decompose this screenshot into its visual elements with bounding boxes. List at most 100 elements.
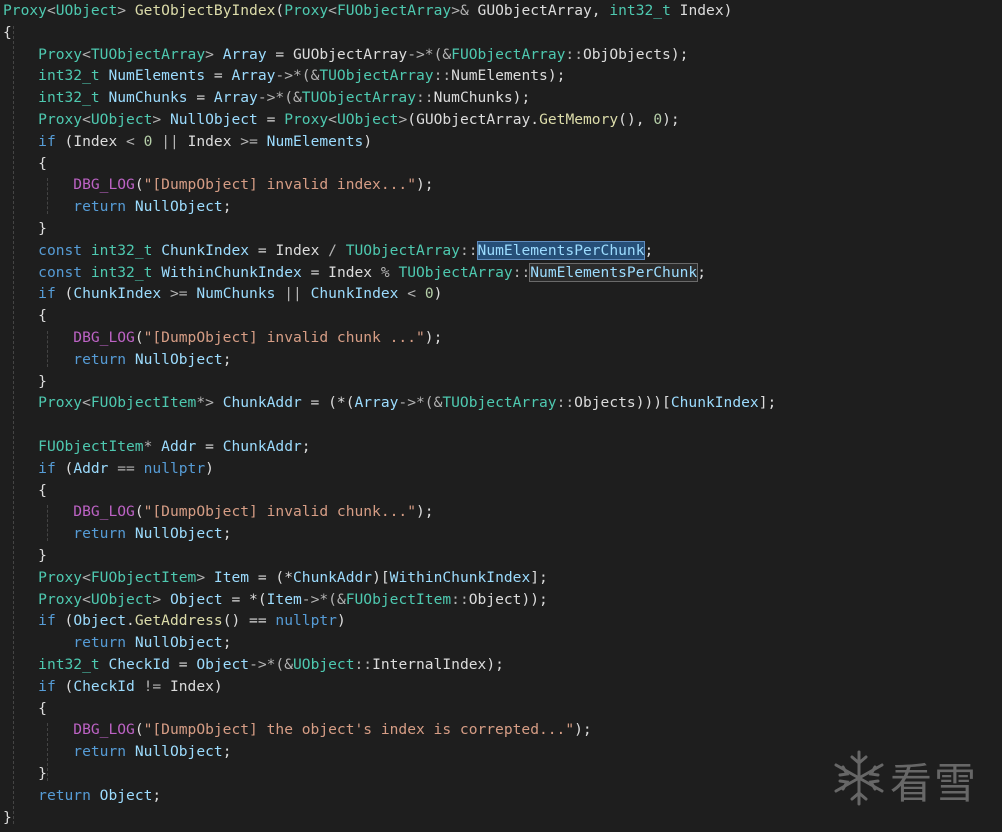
watermark: 看雪 xyxy=(832,746,992,808)
code-line[interactable]: } xyxy=(3,218,47,240)
code-token: ); xyxy=(415,503,434,521)
code-token: Index xyxy=(679,2,724,19)
code-line[interactable]: const int32_t WithinChunkIndex = Index %… xyxy=(3,262,706,284)
code-line[interactable]: Proxy<FUObjectItem*> ChunkAddr = (*(Arra… xyxy=(3,392,776,414)
code-token: Proxy xyxy=(38,45,83,63)
code-line[interactable]: { xyxy=(3,153,47,175)
code-line[interactable]: int32_t NumElements = Array->*(&TUObject… xyxy=(3,65,565,87)
code-token: } xyxy=(38,372,47,390)
code-token: GUObjectArray xyxy=(416,111,531,128)
code-token: { xyxy=(38,699,47,717)
code-token: ) xyxy=(213,677,223,695)
code-line[interactable]: const int32_t ChunkIndex = Index / TUObj… xyxy=(3,240,653,262)
code-token: ChunkIndex xyxy=(670,394,759,412)
code-token: nullptr xyxy=(275,612,337,630)
code-token: TUObjectArray xyxy=(301,89,417,107)
code-line[interactable]: Proxy<UObject> Object = *(Item->*(&FUObj… xyxy=(3,589,548,611)
code-token: ->*(& xyxy=(257,89,302,107)
code-line[interactable]: Proxy<UObject> GetObjectByIndex(Proxy<FU… xyxy=(3,0,732,22)
code-token: NullObject xyxy=(134,525,223,543)
code-line[interactable]: { xyxy=(3,22,12,44)
code-line[interactable]: } xyxy=(3,763,47,785)
code-token: UObject xyxy=(336,111,399,128)
code-token: NumChunks xyxy=(433,89,513,107)
indent-guide xyxy=(47,331,48,367)
code-token: NullObject xyxy=(134,350,223,368)
code-token: )[ xyxy=(372,568,390,586)
code-line[interactable]: Proxy<UObject> NullObject = Proxy<UObjec… xyxy=(3,109,680,131)
code-token: ; xyxy=(222,350,232,368)
code-token: ChunkAddr xyxy=(222,394,302,412)
code-line[interactable]: return NullObject; xyxy=(3,196,231,218)
code-line[interactable]: { xyxy=(3,305,47,327)
code-line[interactable]: return NullObject; xyxy=(3,632,231,654)
code-token: } xyxy=(3,808,12,826)
code-token: 0 xyxy=(653,111,663,128)
code-line[interactable]: Proxy<FUObjectItem> Item = (*ChunkAddr)[… xyxy=(3,567,548,589)
code-line[interactable]: return Object; xyxy=(3,785,161,807)
code-token: if xyxy=(38,132,56,150)
code-line[interactable]: } xyxy=(3,371,47,393)
code-token: ) xyxy=(433,285,443,303)
code-token: Index xyxy=(169,677,214,695)
code-token: Array xyxy=(213,89,258,107)
code-line[interactable]: FUObjectItem* Addr = ChunkAddr; xyxy=(3,436,310,458)
code-token: Index xyxy=(73,132,118,150)
code-line[interactable]: if (ChunkIndex >= NumChunks || ChunkInde… xyxy=(3,283,442,305)
code-line[interactable]: Proxy<TUObjectArray> Array = GUObjectArr… xyxy=(3,44,688,66)
code-line[interactable]: return NullObject; xyxy=(3,523,231,545)
code-token: WithinChunkIndex xyxy=(161,263,302,281)
code-token: TUObjectArray xyxy=(90,45,206,63)
code-line[interactable]: DBG_LOG("[DumpObject] invalid chunk ..."… xyxy=(3,327,442,349)
code-token: const xyxy=(38,263,83,281)
code-line[interactable]: DBG_LOG("[DumpObject] invalid chunk...")… xyxy=(3,501,434,523)
code-token: ); xyxy=(486,656,504,673)
code-line[interactable]: DBG_LOG("[DumpObject] invalid index...")… xyxy=(3,174,433,196)
code-token: DBG_LOG xyxy=(73,329,135,346)
code-token: Objects xyxy=(574,394,636,412)
code-token: > xyxy=(196,568,214,586)
code-line[interactable]: DBG_LOG("[DumpObject] the object's index… xyxy=(3,719,591,741)
code-line[interactable]: if (CheckId != Index) xyxy=(3,676,223,698)
code-token: ; xyxy=(697,263,706,281)
code-token: CheckId xyxy=(73,677,135,695)
code-line[interactable]: return NullObject; xyxy=(3,349,231,371)
code-token: TUObjectArray xyxy=(319,67,434,85)
code-token: == xyxy=(108,459,144,477)
code-line[interactable]: { xyxy=(3,480,47,502)
code-line[interactable]: if (Index < 0 || Index >= NumElements) xyxy=(3,131,372,153)
code-line[interactable]: } xyxy=(3,545,47,567)
code-token: return xyxy=(73,350,127,368)
code-line[interactable]: if (Object.GetAddress() == nullptr) xyxy=(3,610,346,632)
code-token: int32_t xyxy=(38,656,100,673)
code-line[interactable]: return NullObject; xyxy=(3,741,231,763)
code-token: return xyxy=(73,525,127,543)
indent-guide xyxy=(13,25,14,825)
code-line[interactable]: int32_t CheckId = Object->*(&UObject::In… xyxy=(3,654,504,676)
code-line[interactable]: { xyxy=(3,698,47,720)
code-token: Object xyxy=(468,590,522,608)
code-line[interactable]: } xyxy=(3,807,12,829)
code-line[interactable]: int32_t NumChunks = Array->*(&TUObjectAr… xyxy=(3,87,530,109)
code-token: :: xyxy=(433,67,452,85)
code-token: )); xyxy=(521,590,548,608)
code-token: ]; xyxy=(758,394,777,412)
code-token: Array xyxy=(222,45,267,63)
code-editor[interactable]: Proxy<UObject> GetObjectByIndex(Proxy<FU… xyxy=(0,0,1002,832)
code-line[interactable]: if (Addr == nullptr) xyxy=(3,458,214,480)
code-token: :: xyxy=(354,656,373,673)
code-token: ( xyxy=(275,2,285,19)
code-token: % xyxy=(372,263,399,281)
code-token: ( xyxy=(134,503,144,521)
code-token: NumElements xyxy=(451,67,548,85)
code-token: { xyxy=(38,481,47,499)
code-token: Proxy xyxy=(38,394,83,412)
code-token: ; xyxy=(222,525,232,543)
code-token: } xyxy=(38,547,47,564)
